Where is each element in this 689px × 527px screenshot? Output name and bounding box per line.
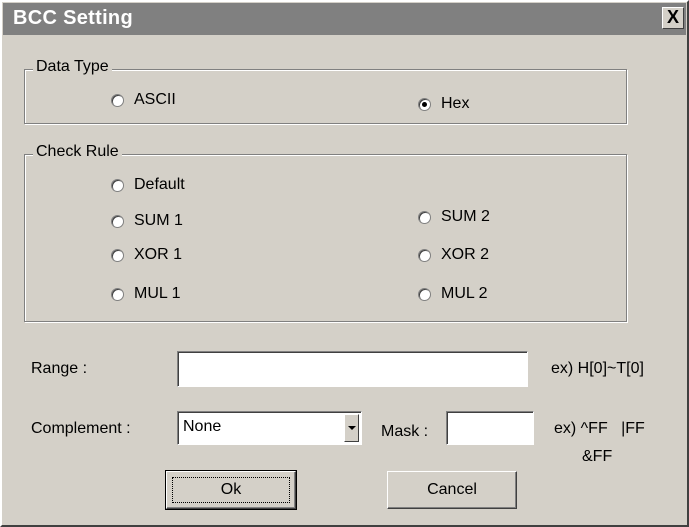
radio-mul2[interactable]: MUL 2	[418, 285, 488, 303]
radio-mul1[interactable]: MUL 1	[111, 285, 181, 303]
complement-select[interactable]: None	[177, 411, 362, 445]
radio-sum1-label: SUM 1	[134, 212, 183, 229]
range-label: Range :	[31, 360, 88, 377]
radio-mul2-indicator[interactable]	[418, 287, 431, 301]
radio-sum2-indicator[interactable]	[418, 210, 431, 224]
close-icon: X	[666, 7, 679, 27]
ok-button-label: Ok	[220, 481, 242, 498]
check-rule-legend: Check Rule	[33, 143, 122, 161]
chevron-down-icon[interactable]	[344, 414, 359, 442]
radio-mul1-label: MUL 1	[134, 285, 181, 302]
radio-sum2-label: SUM 2	[441, 208, 490, 225]
radio-xor2-indicator[interactable]	[418, 248, 431, 262]
radio-ascii-indicator[interactable]	[111, 93, 124, 107]
complement-selected-value: None	[183, 418, 222, 435]
window-title: BCC Setting	[13, 7, 133, 29]
radio-hex[interactable]: Hex	[418, 95, 469, 113]
data-type-legend: Data Type	[33, 58, 112, 76]
ok-button[interactable]: Ok	[165, 470, 297, 510]
range-input[interactable]	[177, 351, 528, 387]
mask-example-line1: ex) ^FF |FF	[554, 420, 645, 437]
radio-ascii-label: ASCII	[134, 91, 176, 108]
radio-hex-indicator[interactable]	[418, 97, 431, 111]
mask-input[interactable]	[446, 411, 534, 445]
close-button[interactable]: X	[662, 7, 684, 29]
cancel-button-label: Cancel	[427, 481, 477, 498]
radio-xor1-label: XOR 1	[134, 246, 183, 263]
radio-mul1-indicator[interactable]	[111, 287, 124, 301]
cancel-button[interactable]: Cancel	[387, 471, 517, 509]
radio-sum1[interactable]: SUM 1	[111, 212, 183, 230]
range-example: ex) H[0]~T[0]	[551, 360, 644, 377]
radio-sum1-indicator[interactable]	[111, 214, 124, 228]
mask-example-line2: &FF	[582, 448, 613, 465]
radio-ascii[interactable]: ASCII	[111, 91, 176, 109]
radio-default-label: Default	[134, 176, 185, 193]
radio-mul2-label: MUL 2	[441, 285, 488, 302]
radio-xor1[interactable]: XOR 1	[111, 246, 182, 264]
title-bar[interactable]: BCC Setting X	[3, 3, 686, 35]
radio-default-indicator[interactable]	[111, 178, 124, 192]
radio-xor1-indicator[interactable]	[111, 248, 124, 262]
radio-hex-label: Hex	[441, 95, 470, 112]
radio-xor2-label: XOR 2	[441, 246, 490, 263]
radio-default[interactable]: Default	[111, 176, 185, 194]
mask-label: Mask :	[381, 423, 429, 440]
radio-sum2[interactable]: SUM 2	[418, 208, 490, 226]
radio-xor2[interactable]: XOR 2	[418, 246, 489, 264]
complement-label: Complement :	[31, 420, 131, 437]
